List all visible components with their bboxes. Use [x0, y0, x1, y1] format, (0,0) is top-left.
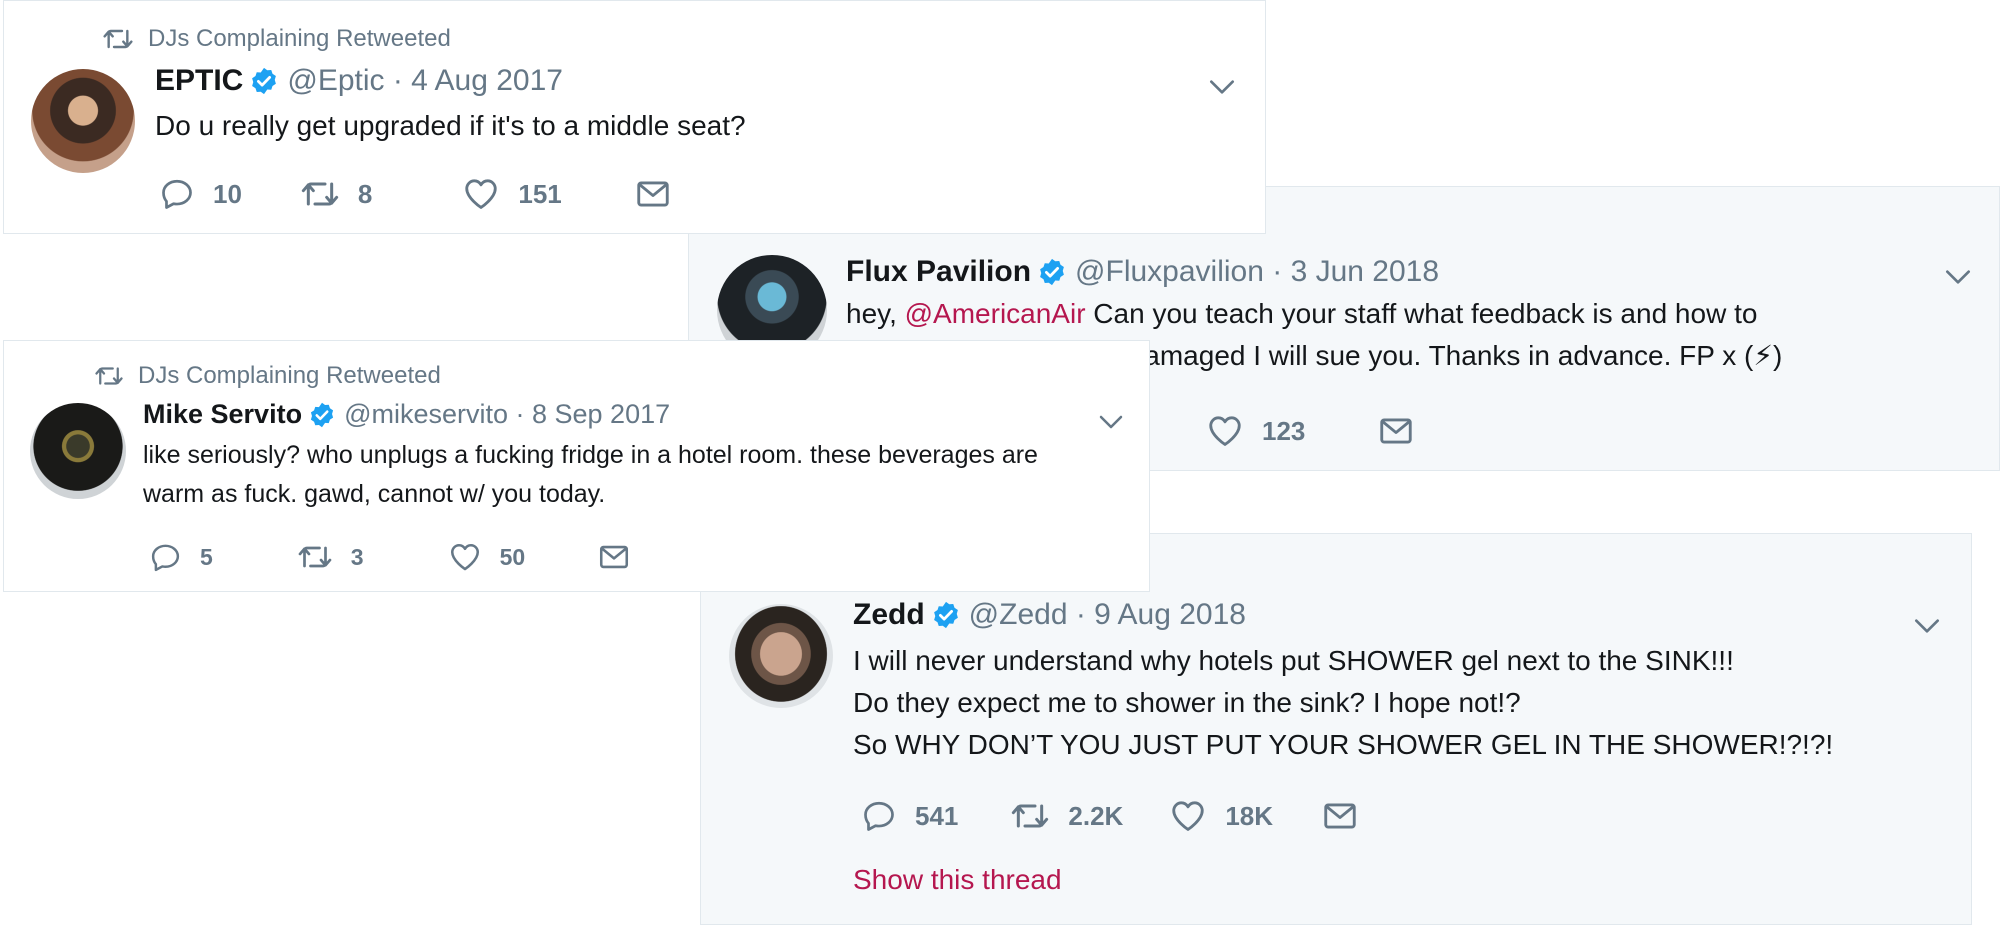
envelope-icon: [1321, 797, 1359, 835]
retweet-icon: [94, 361, 124, 391]
chevron-down-icon[interactable]: [1206, 71, 1238, 108]
reply-count: 541: [915, 800, 959, 831]
retweeted-by-text: DJs Complaining Retweeted: [148, 25, 451, 52]
tweet-actions: 10 8 151: [159, 174, 672, 214]
reply-count: 10: [213, 178, 242, 209]
heart-icon: [448, 540, 482, 574]
retweet-button[interactable]: 3: [297, 539, 364, 575]
reply-button[interactable]: 5: [149, 541, 213, 574]
envelope-icon: [597, 540, 631, 574]
message-button[interactable]: [1377, 412, 1415, 450]
tweet-header: Mike Servito @mikeservito · 8 Sep 2017: [143, 399, 670, 430]
like-count: 18K: [1225, 800, 1274, 831]
avatar[interactable]: [729, 604, 833, 708]
tweet-header: EPTIC @Eptic · 4 Aug 2017: [155, 64, 563, 98]
like-count: 123: [1262, 415, 1306, 446]
display-name[interactable]: EPTIC: [155, 64, 243, 98]
text-line1: like seriously? who unplugs a fucking fr…: [143, 441, 1038, 469]
verified-badge-icon: [249, 66, 279, 96]
reply-icon: [159, 176, 195, 212]
retweet-icon: [102, 23, 134, 55]
handle-and-date[interactable]: @mikeservito · 8 Sep 2017: [344, 399, 670, 430]
tweet-actions: 541 2.2K 18K: [861, 796, 1359, 836]
reply-icon: [861, 798, 897, 834]
reply-icon: [149, 541, 182, 574]
handle-and-date[interactable]: @Fluxpavilion · 3 Jun 2018: [1075, 255, 1439, 289]
retweet-count: 3: [350, 543, 364, 570]
avatar[interactable]: [31, 69, 135, 173]
tweet-text: I will never understand why hotels put S…: [853, 640, 1833, 766]
handle-and-date[interactable]: @Eptic · 4 Aug 2017: [287, 64, 563, 98]
text-line3: So WHY DON’T YOU JUST PUT YOUR SHOWER GE…: [853, 729, 1834, 760]
heart-icon: [1169, 797, 1207, 835]
chevron-down-icon[interactable]: [1911, 610, 1943, 647]
envelope-icon: [1377, 412, 1415, 450]
verified-badge-icon: [931, 600, 961, 630]
text-line1: I will never understand why hotels put S…: [853, 645, 1734, 676]
tweet-header: Flux Pavilion @Fluxpavilion · 3 Jun 2018: [846, 255, 1439, 289]
text-line1-rest: Can you teach your staff what feedback i…: [1085, 298, 1758, 329]
heart-icon: [1206, 412, 1244, 450]
tweet-text: Do u really get upgraded if it's to a mi…: [155, 110, 746, 141]
mention-link[interactable]: @AmericanAir: [905, 298, 1086, 329]
text-line2: Do they expect me to shower in the sink?…: [853, 687, 1521, 718]
tweet-mike-servito[interactable]: DJs Complaining Retweeted Mike Servito @…: [3, 340, 1150, 592]
retweet-icon: [300, 174, 340, 214]
retweet-button[interactable]: 8: [300, 174, 372, 214]
envelope-icon: [634, 175, 672, 213]
avatar[interactable]: [30, 403, 126, 499]
text-line2: warm as fuck. gawd, cannot w/ you today.: [143, 480, 606, 508]
like-button[interactable]: 50: [448, 540, 526, 574]
display-name[interactable]: Mike Servito: [143, 399, 302, 430]
reply-count: 5: [200, 543, 213, 570]
like-button[interactable]: 151: [462, 175, 562, 213]
like-count: 50: [499, 543, 526, 570]
heart-icon: [462, 175, 500, 213]
tweet-header: Zedd @Zedd · 9 Aug 2018: [853, 598, 1246, 632]
retweeted-by: DJs Complaining Retweeted: [102, 23, 451, 55]
display-name[interactable]: Zedd: [853, 598, 925, 632]
retweet-button[interactable]: 2.2K: [1010, 796, 1123, 836]
tweet-text: like seriously? who unplugs a fucking fr…: [143, 436, 1038, 514]
retweet-icon: [297, 539, 333, 575]
retweeted-by-text: DJs Complaining Retweeted: [138, 362, 441, 389]
like-button[interactable]: 123: [1206, 412, 1305, 450]
retweet-icon: [1010, 796, 1050, 836]
retweet-count: 8: [357, 178, 373, 209]
show-thread-link[interactable]: Show this thread: [853, 864, 1062, 896]
retweeted-by: DJs Complaining Retweeted: [94, 361, 441, 391]
tweet-actions: 123: [1206, 412, 1415, 450]
message-button[interactable]: [597, 540, 631, 574]
chevron-down-icon[interactable]: [1096, 407, 1126, 442]
message-button[interactable]: [1321, 797, 1359, 835]
text-prefix: hey,: [846, 298, 905, 329]
handle-and-date[interactable]: @Zedd · 9 Aug 2018: [969, 598, 1246, 632]
display-name[interactable]: Flux Pavilion: [846, 255, 1031, 289]
tweet-eptic[interactable]: DJs Complaining Retweeted EPTIC @Eptic ·…: [3, 0, 1266, 234]
verified-badge-icon: [308, 401, 336, 429]
verified-badge-icon: [1037, 257, 1067, 287]
chevron-down-icon[interactable]: [1942, 261, 1974, 298]
reply-button[interactable]: 541: [861, 798, 958, 834]
reply-button[interactable]: 10: [159, 176, 242, 212]
retweet-count: 2.2K: [1068, 800, 1124, 831]
like-count: 151: [518, 178, 562, 209]
tweet-actions: 5 3 50: [149, 539, 631, 575]
message-button[interactable]: [634, 175, 672, 213]
like-button[interactable]: 18K: [1169, 797, 1273, 835]
